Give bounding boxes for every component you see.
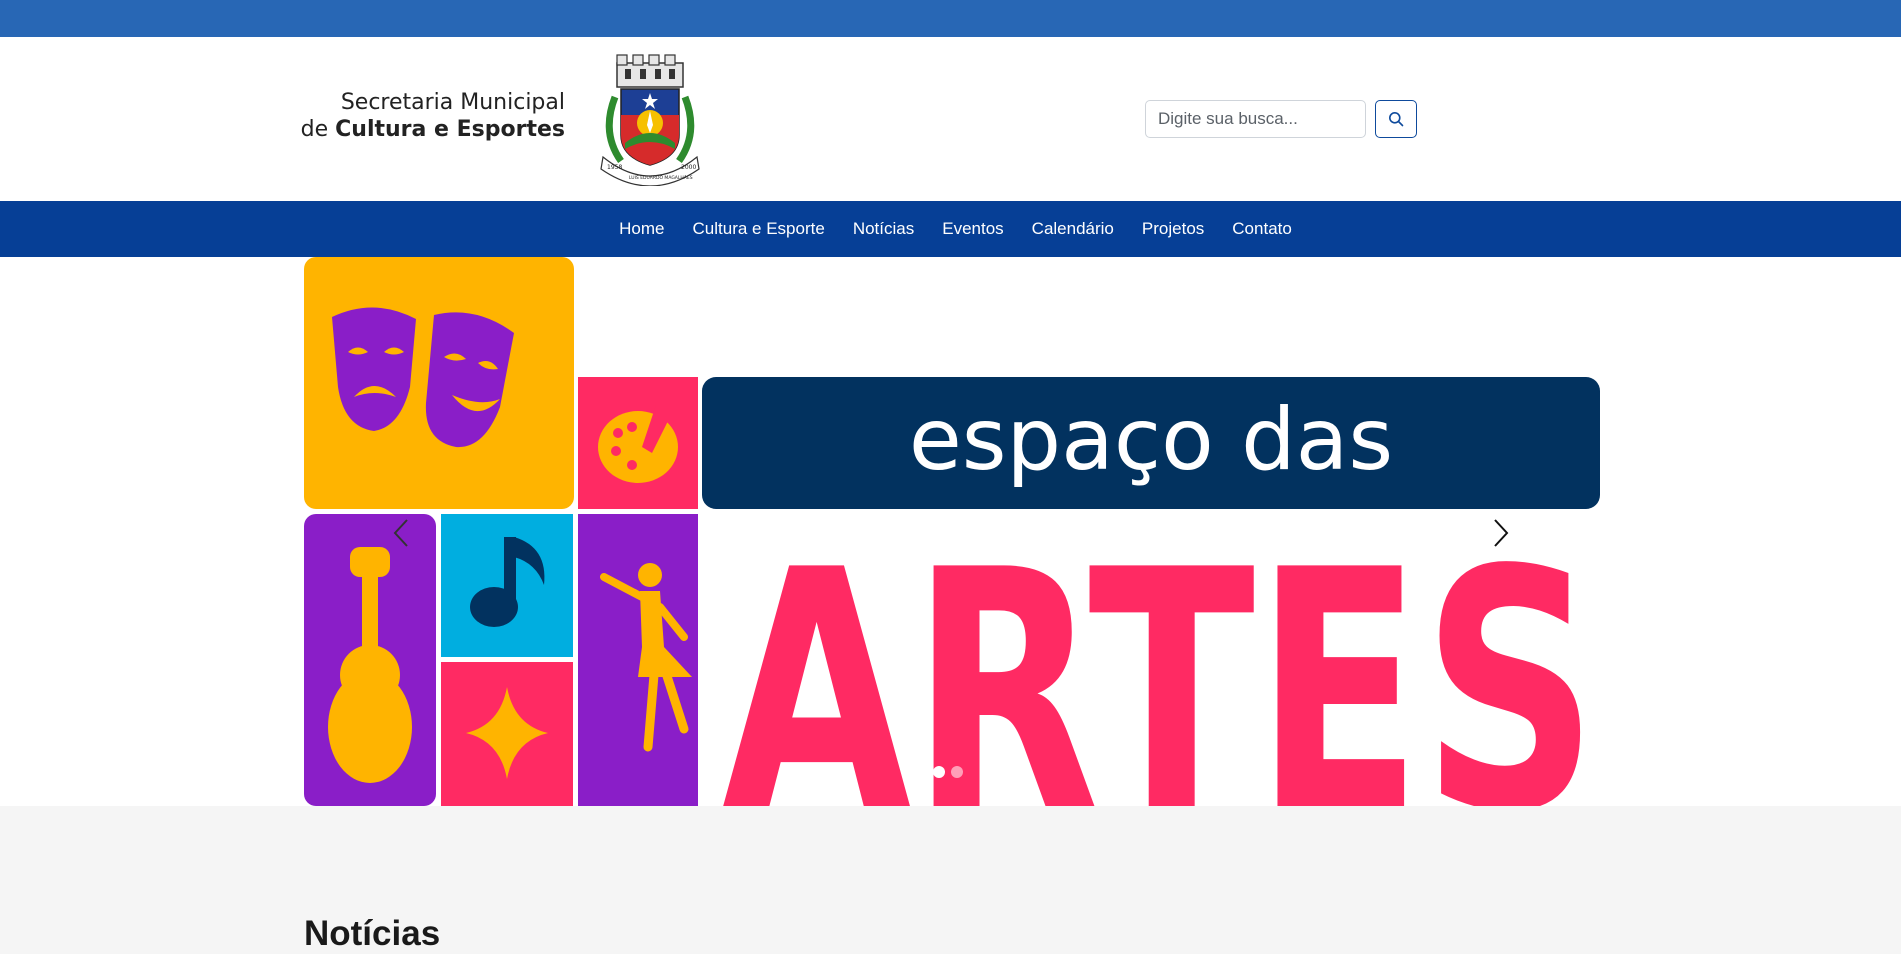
section-title-noticias: Notícias — [304, 914, 441, 953]
chevron-right-icon — [1494, 519, 1509, 547]
nav-item-home[interactable]: Home — [619, 219, 664, 239]
nav-item-noticias[interactable]: Notícias — [853, 219, 914, 239]
carousel-indicators — [933, 766, 963, 778]
search-button[interactable] — [1375, 100, 1417, 138]
banner-line-1: espaço das — [909, 390, 1393, 490]
carousel-prev-button[interactable] — [386, 513, 416, 553]
brand-line-1: Secretaria Municipal — [340, 90, 565, 115]
carousel-indicator-1[interactable] — [933, 766, 945, 778]
search-icon — [1389, 112, 1404, 127]
site-brand[interactable]: Secretaria Municipal de Cultura e Esport… — [300, 89, 565, 143]
brand-line-2-bold: Cultura e Esportes — [335, 117, 565, 142]
brand-line-2: de Cultura e Esportes — [300, 116, 565, 143]
carousel-slide-banner[interactable]: espaço das ARTES — [304, 257, 1600, 806]
top-bar — [0, 0, 1901, 37]
chevron-left-icon — [393, 519, 408, 547]
nav-item-eventos[interactable]: Eventos — [942, 219, 1003, 239]
search-input[interactable] — [1145, 100, 1366, 138]
nav-item-projetos[interactable]: Projetos — [1142, 219, 1204, 239]
nav-list: Home Cultura e Esporte Notícias Eventos … — [0, 201, 1901, 257]
brand-line-2-prefix: de — [300, 117, 336, 142]
main-navbar: Home Cultura e Esporte Notícias Eventos … — [0, 201, 1901, 257]
carousel-indicator-2[interactable] — [951, 766, 963, 778]
svg-text:LUIS EDUARDO MAGALHÃES: LUIS EDUARDO MAGALHÃES — [629, 174, 693, 181]
municipal-crest-logo[interactable]: 1958 2000 LUIS EDUARDO MAGALHÃES — [595, 53, 705, 186]
hero-carousel: espaço das ARTES — [0, 257, 1901, 806]
nav-item-cultura-e-esporte[interactable]: Cultura e Esporte — [693, 219, 825, 239]
banner-line-2: ARTES — [722, 500, 1598, 806]
news-section: Notícias — [0, 806, 1901, 954]
nav-item-contato[interactable]: Contato — [1232, 219, 1292, 239]
svg-text:2000: 2000 — [681, 164, 696, 171]
svg-text:1958: 1958 — [607, 164, 622, 171]
site-header: Secretaria Municipal de Cultura e Esport… — [0, 37, 1901, 201]
nav-item-calendario[interactable]: Calendário — [1032, 219, 1114, 239]
tile-dancer — [578, 514, 698, 806]
carousel-next-button[interactable] — [1486, 513, 1516, 553]
